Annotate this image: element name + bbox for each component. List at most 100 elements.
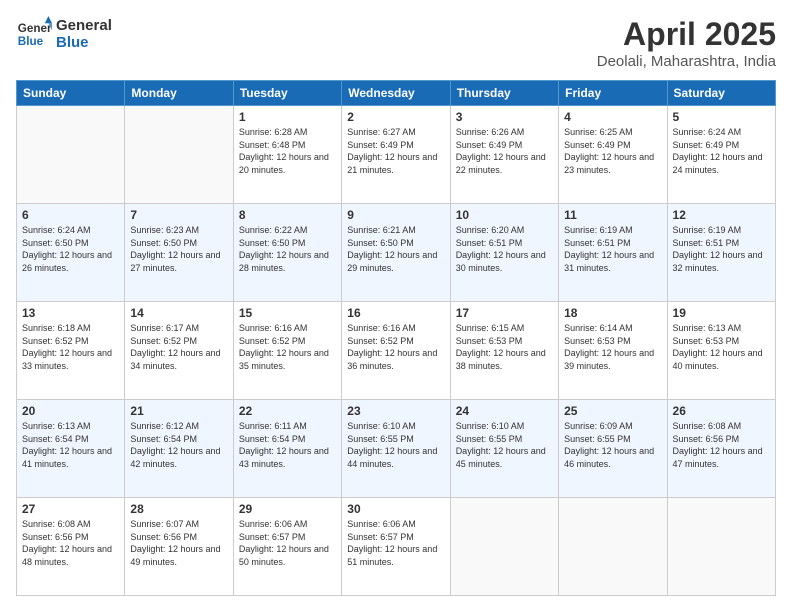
calendar-cell: 13 Sunrise: 6:18 AMSunset: 6:52 PMDayligh… <box>17 302 125 400</box>
calendar-cell: 10 Sunrise: 6:20 AMSunset: 6:51 PMDayligh… <box>450 204 558 302</box>
day-number: 29 <box>239 502 336 516</box>
day-number: 17 <box>456 306 553 320</box>
svg-text:Blue: Blue <box>18 35 44 48</box>
day-number: 20 <box>22 404 119 418</box>
calendar-week-row: 6Sunrise: 6:24 AMSunset: 6:50 PMDaylight… <box>17 204 776 302</box>
day-info: Sunrise: 6:27 AMSunset: 6:49 PMDaylight:… <box>347 126 444 176</box>
day-number: 2 <box>347 110 444 124</box>
day-number: 27 <box>22 502 119 516</box>
day-number: 7 <box>130 208 227 222</box>
day-info: Sunrise: 6:28 AMSunset: 6:48 PMDaylight:… <box>239 126 336 176</box>
calendar-header-row: SundayMondayTuesdayWednesdayThursdayFrid… <box>17 81 776 106</box>
day-info: Sunrise: 6:14 AMSunset: 6:53 PMDaylight:… <box>564 322 661 372</box>
day-info: Sunrise: 6:16 AMSunset: 6:52 PMDaylight:… <box>239 322 336 372</box>
day-number: 11 <box>564 208 661 222</box>
day-info: Sunrise: 6:13 AMSunset: 6:53 PMDaylight:… <box>673 322 770 372</box>
day-info: Sunrise: 6:09 AMSunset: 6:55 PMDaylight:… <box>564 420 661 470</box>
calendar-week-row: 20 Sunrise: 6:13 AMSunset: 6:54 PMDayligh… <box>17 400 776 498</box>
calendar-cell: 27 Sunrise: 6:08 AMSunset: 6:56 PMDayligh… <box>17 498 125 596</box>
title-block: April 2025 Deolali, Maharashtra, India <box>597 16 776 70</box>
day-info: Sunrise: 6:08 AMSunset: 6:56 PMDaylight:… <box>673 420 770 470</box>
logo-name-blue: Blue <box>56 34 112 51</box>
logo-icon: General Blue <box>16 16 52 52</box>
calendar-cell: 14Sunrise: 6:17 AMSunset: 6:52 PMDayligh… <box>125 302 233 400</box>
calendar-cell: 30 Sunrise: 6:06 AMSunset: 6:57 PMDayligh… <box>342 498 450 596</box>
calendar-week-row: 13 Sunrise: 6:18 AMSunset: 6:52 PMDayligh… <box>17 302 776 400</box>
day-info: Sunrise: 6:18 AMSunset: 6:52 PMDaylight:… <box>22 322 119 372</box>
calendar-cell <box>450 498 558 596</box>
day-info: Sunrise: 6:20 AMSunset: 6:51 PMDaylight:… <box>456 224 553 274</box>
calendar-cell: 8 Sunrise: 6:22 AMSunset: 6:50 PMDaylight… <box>233 204 341 302</box>
calendar-cell: 17 Sunrise: 6:15 AMSunset: 6:53 PMDayligh… <box>450 302 558 400</box>
calendar-cell: 25Sunrise: 6:09 AMSunset: 6:55 PMDayligh… <box>559 400 667 498</box>
calendar-cell: 1 Sunrise: 6:28 AMSunset: 6:48 PMDaylight… <box>233 106 341 204</box>
day-number: 22 <box>239 404 336 418</box>
day-number: 26 <box>673 404 770 418</box>
col-header-thursday: Thursday <box>450 81 558 106</box>
day-info: Sunrise: 6:16 AMSunset: 6:52 PMDaylight:… <box>347 322 444 372</box>
calendar-cell: 29 Sunrise: 6:06 AMSunset: 6:57 PMDayligh… <box>233 498 341 596</box>
calendar-cell <box>559 498 667 596</box>
day-number: 5 <box>673 110 770 124</box>
day-info: Sunrise: 6:26 AMSunset: 6:49 PMDaylight:… <box>456 126 553 176</box>
calendar-cell <box>17 106 125 204</box>
day-number: 23 <box>347 404 444 418</box>
day-info: Sunrise: 6:06 AMSunset: 6:57 PMDaylight:… <box>347 518 444 568</box>
day-info: Sunrise: 6:10 AMSunset: 6:55 PMDaylight:… <box>456 420 553 470</box>
calendar-cell: 6Sunrise: 6:24 AMSunset: 6:50 PMDaylight… <box>17 204 125 302</box>
day-number: 10 <box>456 208 553 222</box>
day-number: 19 <box>673 306 770 320</box>
calendar-cell: 11Sunrise: 6:19 AMSunset: 6:51 PMDayligh… <box>559 204 667 302</box>
calendar-cell: 22 Sunrise: 6:11 AMSunset: 6:54 PMDayligh… <box>233 400 341 498</box>
calendar-cell: 3 Sunrise: 6:26 AMSunset: 6:49 PMDaylight… <box>450 106 558 204</box>
day-number: 3 <box>456 110 553 124</box>
day-info: Sunrise: 6:15 AMSunset: 6:53 PMDaylight:… <box>456 322 553 372</box>
calendar-cell: 16 Sunrise: 6:16 AMSunset: 6:52 PMDayligh… <box>342 302 450 400</box>
calendar-cell: 15 Sunrise: 6:16 AMSunset: 6:52 PMDayligh… <box>233 302 341 400</box>
day-info: Sunrise: 6:22 AMSunset: 6:50 PMDaylight:… <box>239 224 336 274</box>
day-number: 18 <box>564 306 661 320</box>
calendar-cell: 2 Sunrise: 6:27 AMSunset: 6:49 PMDaylight… <box>342 106 450 204</box>
day-info: Sunrise: 6:06 AMSunset: 6:57 PMDaylight:… <box>239 518 336 568</box>
day-info: Sunrise: 6:11 AMSunset: 6:54 PMDaylight:… <box>239 420 336 470</box>
calendar-cell: 23Sunrise: 6:10 AMSunset: 6:55 PMDayligh… <box>342 400 450 498</box>
day-info: Sunrise: 6:13 AMSunset: 6:54 PMDaylight:… <box>22 420 119 470</box>
calendar-cell: 12 Sunrise: 6:19 AMSunset: 6:51 PMDayligh… <box>667 204 775 302</box>
calendar-table: SundayMondayTuesdayWednesdayThursdayFrid… <box>16 80 776 596</box>
day-number: 13 <box>22 306 119 320</box>
calendar-cell: 21Sunrise: 6:12 AMSunset: 6:54 PMDayligh… <box>125 400 233 498</box>
header: General Blue General Blue April 2025 Deo… <box>16 16 776 70</box>
day-number: 21 <box>130 404 227 418</box>
day-number: 8 <box>239 208 336 222</box>
day-number: 28 <box>130 502 227 516</box>
col-header-monday: Monday <box>125 81 233 106</box>
main-title: April 2025 <box>597 16 776 53</box>
day-number: 16 <box>347 306 444 320</box>
page: General Blue General Blue April 2025 Deo… <box>0 0 792 612</box>
calendar-cell: 7 Sunrise: 6:23 AMSunset: 6:50 PMDaylight… <box>125 204 233 302</box>
calendar-cell <box>125 106 233 204</box>
day-number: 1 <box>239 110 336 124</box>
day-info: Sunrise: 6:08 AMSunset: 6:56 PMDaylight:… <box>22 518 119 568</box>
day-number: 6 <box>22 208 119 222</box>
day-info: Sunrise: 6:25 AMSunset: 6:49 PMDaylight:… <box>564 126 661 176</box>
logo-name-general: General <box>56 17 112 34</box>
calendar-cell: 9Sunrise: 6:21 AMSunset: 6:50 PMDaylight… <box>342 204 450 302</box>
day-number: 30 <box>347 502 444 516</box>
day-number: 15 <box>239 306 336 320</box>
day-number: 12 <box>673 208 770 222</box>
logo: General Blue General Blue <box>16 16 112 52</box>
svg-text:General: General <box>18 22 52 35</box>
day-info: Sunrise: 6:19 AMSunset: 6:51 PMDaylight:… <box>673 224 770 274</box>
day-info: Sunrise: 6:23 AMSunset: 6:50 PMDaylight:… <box>130 224 227 274</box>
calendar-cell: 24 Sunrise: 6:10 AMSunset: 6:55 PMDayligh… <box>450 400 558 498</box>
sub-title: Deolali, Maharashtra, India <box>597 53 776 70</box>
calendar-cell: 5Sunrise: 6:24 AMSunset: 6:49 PMDaylight… <box>667 106 775 204</box>
col-header-tuesday: Tuesday <box>233 81 341 106</box>
day-info: Sunrise: 6:21 AMSunset: 6:50 PMDaylight:… <box>347 224 444 274</box>
day-number: 24 <box>456 404 553 418</box>
day-number: 4 <box>564 110 661 124</box>
calendar-cell: 26 Sunrise: 6:08 AMSunset: 6:56 PMDayligh… <box>667 400 775 498</box>
calendar-cell: 19 Sunrise: 6:13 AMSunset: 6:53 PMDayligh… <box>667 302 775 400</box>
calendar-cell <box>667 498 775 596</box>
